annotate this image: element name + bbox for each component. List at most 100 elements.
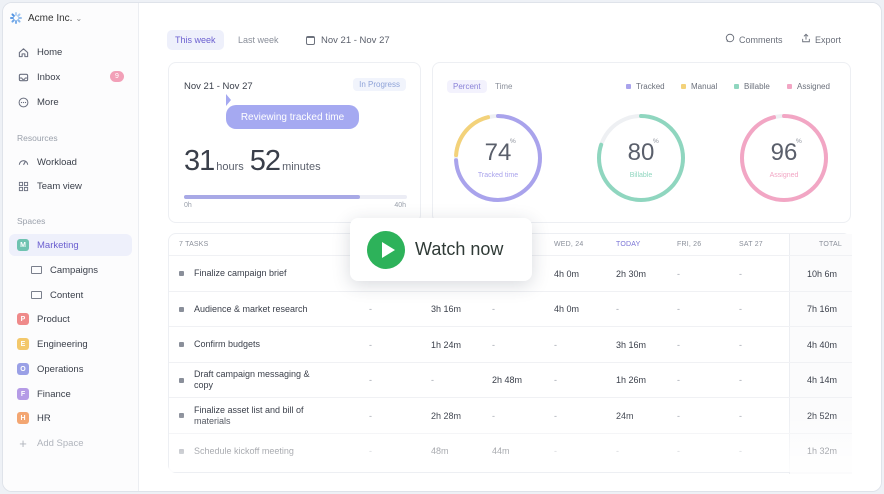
toggle-percent[interactable]: Percent [447,80,487,93]
sidebar-folder-campaigns[interactable]: Campaigns [9,259,132,281]
time-cell[interactable]: - [739,327,742,362]
time-cell[interactable]: - [739,256,742,291]
sidebar-folder-content[interactable]: Content [9,284,132,306]
time-cell[interactable]: - [677,327,680,362]
legend-billable: Billable [734,82,770,91]
time-cell[interactable]: - [677,363,680,398]
row-total: 7h 16m [807,304,838,314]
ring-label: Tracked time [477,172,519,179]
grid-icon [17,180,29,192]
legend-tracked: Tracked [626,82,665,91]
stats-card: Percent Time Tracked Manual Billable Ass… [432,62,851,223]
table-header-tasks: 7 TASKS [179,241,209,248]
task-status-icon [179,306,184,312]
time-cell[interactable]: 1h 26m [616,363,646,398]
sidebar-item-label: Operations [37,363,84,375]
sidebar-item-home[interactable]: Home [9,41,132,63]
tooltip: Reviewing tracked time [226,105,359,129]
time-cell[interactable]: 2h 48m [492,363,522,398]
sidebar-item-workload[interactable]: Workload [9,151,132,173]
progress-min-label: 0h [184,202,192,209]
workspace-logo-icon [10,12,22,24]
table-row[interactable]: Draft campaign messaging & copy - - 2h 48m -… [169,361,852,398]
space-avatar: P [17,313,29,325]
date-range-picker[interactable]: Nov 21 - Nov 27 [306,30,390,50]
sidebar-space-product[interactable]: P Product [9,308,132,330]
sidebar-item-label: More [37,96,59,108]
progress-fill [184,195,361,199]
table-header-sat: SAT 27 [739,241,763,248]
table-header-today: TODAY [616,241,641,248]
table-header-wed: WED, 24 [554,241,584,248]
tab-this-week[interactable]: This week [167,30,224,50]
time-cell[interactable]: 4h 0m [554,292,579,327]
task-label: Audience & market research [194,303,308,314]
progress-max-label: 40h [394,202,406,209]
sidebar-item-inbox[interactable]: Inbox 9 [9,66,132,88]
table-header-fri: FRI, 26 [677,241,702,248]
comments-button[interactable]: Comments [725,33,783,46]
table-row[interactable]: Audience & market research - 3h 16m - 4h 0m -… [169,290,852,327]
time-cell[interactable]: - [677,256,680,291]
inbox-count-badge: 9 [110,71,124,82]
hours-value: 31 [184,145,215,177]
sidebar-item-label: Workload [37,156,77,168]
play-icon [367,230,405,269]
table-row[interactable]: Confirm budgets - 1h 24m - - 3h 16m - - 4h 40m [169,326,852,362]
comments-label: Comments [739,34,783,45]
legend-swatch [681,84,686,89]
time-cell[interactable]: - [554,327,557,362]
export-icon [801,33,811,46]
time-cell[interactable]: - [739,292,742,327]
tab-last-week[interactable]: Last week [230,30,287,50]
sidebar-space-hr[interactable]: H HR [9,407,132,429]
ring-label: Assigned [769,172,799,179]
gauge-icon [17,156,29,168]
tracked-summary-card: Nov 21 - Nov 27 In Progress Reviewing tr… [168,62,421,223]
ring-value: 96 [770,139,798,166]
task-status-icon [179,342,184,347]
summary-date: Nov 21 - Nov 27 [184,81,253,92]
task-label: Draft campaign messaging & copy [194,369,310,390]
time-cell[interactable]: - [369,363,372,398]
row-total: 10h 6m [807,268,838,279]
sidebar-space-finance[interactable]: F Finance [9,383,132,405]
time-cell[interactable]: 4h 0m [554,256,579,291]
comment-icon [725,33,735,46]
time-cell[interactable]: - [677,292,680,327]
ring-value: 74 [484,139,512,166]
time-cell[interactable]: - [492,292,495,327]
sidebar-item-more[interactable]: More [9,91,132,113]
sidebar-space-engineering[interactable]: E Engineering [9,333,132,355]
time-cell[interactable]: 2h 30m [616,256,646,291]
calendar-icon [306,35,315,45]
date-range-label: Nov 21 - Nov 27 [321,34,390,46]
time-cell[interactable]: - [554,363,557,398]
space-avatar: F [17,388,29,400]
row-total: 4h 40m [807,339,838,350]
time-cell[interactable]: 3h 16m [616,327,646,362]
workspace-switcher[interactable]: Acme Inc. ⌄ [10,12,82,24]
sidebar-item-team-view[interactable]: Team view [9,175,132,197]
watch-now-button[interactable]: Watch now [350,218,532,281]
time-cell[interactable]: - [492,327,495,362]
time-cell[interactable]: - [369,292,372,327]
sidebar-item-label: Content [50,289,84,301]
more-icon [17,96,29,108]
time-cell[interactable]: 1h 24m [431,327,461,362]
folder-icon [31,266,42,274]
sidebar-space-marketing[interactable]: M Marketing [9,234,132,256]
time-cell[interactable]: - [739,363,742,398]
time-cell[interactable]: 3h 16m [431,292,461,327]
space-avatar: E [17,338,29,350]
billable-ring: 80 % Billable [595,112,687,204]
legend-label: Assigned [797,82,830,91]
time-cell[interactable]: - [431,363,434,398]
time-cell[interactable]: - [369,327,372,362]
export-button[interactable]: Export [801,33,841,46]
sidebar-space-operations[interactable]: O Operations [9,358,132,380]
space-avatar: H [17,412,29,424]
toggle-time[interactable]: Time [489,80,518,93]
add-space-button[interactable]: + Add Space [9,432,132,454]
time-cell[interactable]: - [616,292,619,327]
